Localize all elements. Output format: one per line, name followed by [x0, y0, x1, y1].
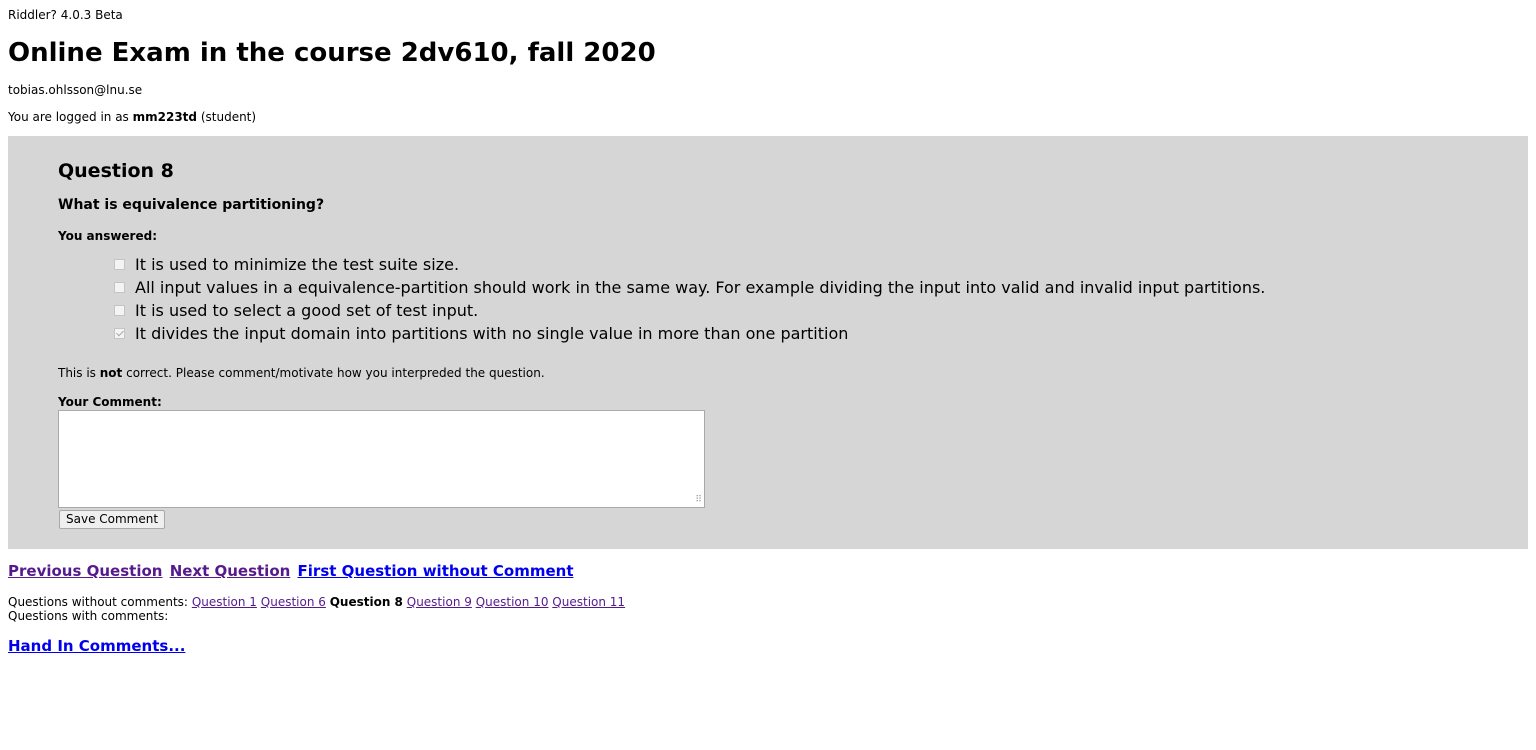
- login-prefix: You are logged in as: [8, 110, 133, 124]
- login-status: You are logged in as mm223td (student): [8, 110, 256, 124]
- answer-option-label: All input values in a equivalence-partit…: [135, 277, 1266, 297]
- login-username: mm223td: [132, 110, 198, 124]
- exam-page: Riddler? 4.0.3 Beta Online Exam in the c…: [0, 0, 1536, 750]
- questions-without-comments: Questions without comments: Question 1 Q…: [8, 595, 625, 609]
- first-question-without-comment-link[interactable]: First Question without Comment: [298, 562, 574, 580]
- exam-title: Online Exam in the course 2dv610, fall 2…: [8, 38, 656, 68]
- question-panel: Question 8 What is equivalence partition…: [8, 136, 1528, 549]
- feedback-suffix: correct. Please comment/motivate how you…: [122, 366, 545, 380]
- answer-option-label: It is used to minimize the test suite si…: [135, 254, 460, 274]
- question-link[interactable]: Question 1: [192, 595, 257, 609]
- answer-option: All input values in a equivalence-partit…: [114, 276, 1265, 299]
- answer-checkbox[interactable]: [114, 259, 125, 270]
- question-link[interactable]: Question 11: [552, 595, 625, 609]
- answer-option-label: It divides the input domain into partiti…: [135, 323, 849, 343]
- answer-checkbox[interactable]: [114, 282, 125, 293]
- answer-option: It is used to minimize the test suite si…: [114, 253, 1265, 276]
- without-comments-label: Questions without comments:: [8, 595, 188, 609]
- question-link[interactable]: Question 10: [476, 595, 549, 609]
- owner-email: tobias.ohlsson@lnu.se: [8, 83, 143, 97]
- next-question-link[interactable]: Next Question: [170, 562, 291, 580]
- question-navigation: Previous Question Next Question First Qu…: [8, 563, 576, 580]
- answer-option: It divides the input domain into partiti…: [114, 322, 1265, 345]
- answered-label: You answered:: [58, 229, 158, 243]
- question-text: What is equivalence partitioning?: [58, 197, 325, 213]
- question-link[interactable]: Question 6: [261, 595, 326, 609]
- answer-checkbox[interactable]: [114, 305, 125, 316]
- resize-grip-icon[interactable]: ⠿: [692, 495, 702, 505]
- comment-label: Your Comment:: [58, 395, 162, 409]
- answer-option: It is used to select a good set of test …: [114, 299, 1265, 322]
- question-heading: Question 8: [58, 160, 174, 182]
- login-role: (student): [197, 110, 257, 124]
- feedback-emphasis: not: [99, 366, 123, 380]
- question-link[interactable]: Question 9: [407, 595, 472, 609]
- questions-with-comments: Questions with comments:: [8, 609, 169, 623]
- hand-in-comments-link[interactable]: Hand In Comments...: [8, 638, 185, 655]
- comment-textarea[interactable]: [58, 410, 705, 508]
- feedback-prefix: This is: [58, 366, 100, 380]
- previous-question-link[interactable]: Previous Question: [8, 562, 162, 580]
- answer-options: It is used to minimize the test suite si…: [114, 253, 1265, 345]
- save-comment-button[interactable]: Save Comment: [59, 510, 166, 529]
- answer-checkbox[interactable]: [114, 328, 125, 339]
- app-version: Riddler? 4.0.3 Beta: [8, 8, 123, 22]
- answer-option-label: It is used to select a good set of test …: [135, 300, 479, 320]
- answer-feedback: This is not correct. Please comment/moti…: [58, 366, 545, 380]
- current-question-label: Question 8: [329, 595, 403, 609]
